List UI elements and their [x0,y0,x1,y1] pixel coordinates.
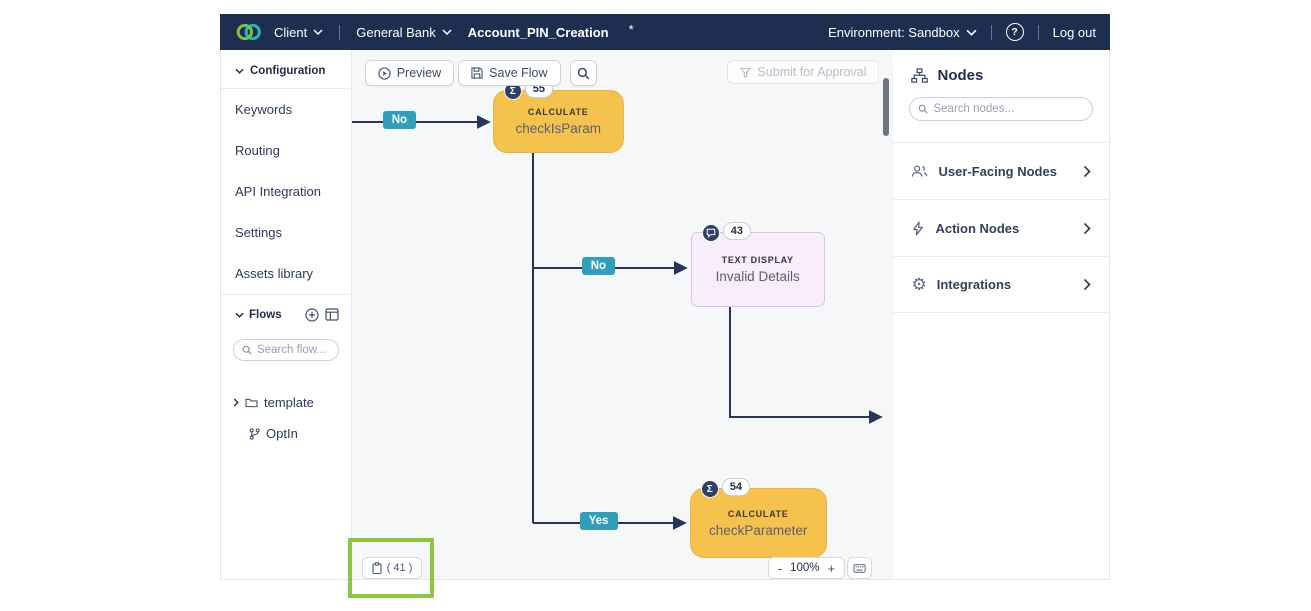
divider [991,25,992,40]
search-icon [918,104,928,114]
chat-bubble-icon [702,224,720,242]
chevron-down-icon [235,68,244,74]
section-integrations[interactable]: ⚙ Integrations [893,256,1109,313]
flow-search-input[interactable] [257,344,330,356]
flows-board-icon[interactable] [325,308,339,322]
chevron-right-icon [1083,165,1091,178]
edge-label-no[interactable]: No [383,111,416,129]
flow-node-invalid-details[interactable]: 43 TEXT DISPLAY Invalid Details [691,232,825,307]
sigma-icon: Σ [701,480,719,498]
help-button[interactable]: ? [1006,23,1024,41]
sidebar-item-keywords[interactable]: Keywords [221,89,351,130]
flow-branch-icon [249,428,260,440]
chevron-down-icon [235,312,244,318]
node-count-badge: 43 [723,222,751,240]
unsaved-indicator: * [629,22,634,37]
chevron-down-icon [966,29,977,36]
search-icon [577,67,590,80]
chevron-down-icon [313,29,323,35]
canvas-search-button[interactable] [570,60,597,86]
node-type-label: TEXT DISPLAY [722,255,794,265]
chevron-right-icon [1083,222,1091,235]
nodes-search-input[interactable] [933,103,1084,115]
submit-for-approval-button[interactable]: Submit for Approval [727,60,879,84]
node-name-label: Invalid Details [716,269,800,284]
node-type-label: CALCULATE [728,509,789,519]
divider [339,25,340,40]
chevron-right-icon [233,398,239,407]
section-action-nodes[interactable]: Action Nodes [893,199,1109,256]
configuration-section-header[interactable]: Configuration [221,50,351,88]
environment-dropdown[interactable]: Environment: Sandbox [828,25,977,40]
folder-item-template[interactable]: template [221,387,351,418]
nodes-panel: Nodes User-Facing Nodes [893,50,1109,579]
top-navbar: Client General Bank Account_PIN_Creation… [220,14,1110,50]
workspace-label: General Bank [356,25,436,40]
sidebar-item-assets-library[interactable]: Assets library [221,253,351,294]
node-type-label: CALCULATE [528,107,589,117]
node-name-label: checkIsParam [515,121,601,136]
brand-logo-icon [234,22,264,42]
edge-label-no[interactable]: No [582,257,615,275]
chevron-right-icon [1083,278,1091,291]
clipboard-icon [372,562,382,574]
flow-canvas[interactable]: Preview Save Flow [352,50,894,579]
lightning-icon [911,221,925,236]
navbar-right: Environment: Sandbox ? Log out [828,23,1096,41]
navbar-left: Client General Bank Account_PIN_Creation… [234,22,634,42]
client-label: Client [274,25,307,40]
left-sidebar: Configuration Keywords Routing API Integ… [221,50,352,579]
flow-search-box [233,339,339,361]
flow-node-checkisparam[interactable]: Σ 55 CALCULATE checkIsParam [493,90,624,153]
section-user-facing-nodes[interactable]: User-Facing Nodes [893,142,1109,199]
keyboard-shortcuts-button[interactable] [847,557,872,579]
users-icon [911,164,928,178]
flow-title: Account_PIN_Creation [468,25,609,40]
canvas-scrollbar-thumb[interactable] [883,78,889,136]
sidebar-item-api-integration[interactable]: API Integration [221,171,351,212]
gear-icon: ⚙ [911,276,926,293]
canvas-toolbar: Preview Save Flow [365,60,597,86]
funnel-icon [740,67,751,78]
question-mark-icon: ? [1011,26,1017,38]
node-count-badge: 54 [722,478,750,496]
play-circle-icon [378,67,391,80]
add-flow-button[interactable] [305,308,319,322]
sitemap-icon [911,68,928,83]
clipboard-counter-button[interactable]: ( 41 ) [362,557,423,579]
client-dropdown[interactable]: Client [274,25,323,40]
zoom-out-button[interactable]: - [778,561,782,576]
sidebar-item-settings[interactable]: Settings [221,212,351,253]
nodes-panel-header: Nodes [893,50,1109,84]
zoom-controls: - 100% + [768,557,845,579]
keyboard-icon [853,564,866,573]
edge-label-yes[interactable]: Yes [580,512,618,530]
search-icon [242,345,252,355]
nodes-panel-title: Nodes [937,67,983,84]
divider [1038,25,1039,40]
node-name-label: checkParameter [709,523,807,538]
environment-label: Environment: Sandbox [828,25,960,40]
zoom-level: 100% [790,562,819,574]
flow-item-optin[interactable]: OptIn [221,418,351,449]
zoom-in-button[interactable]: + [827,561,835,576]
logout-button[interactable]: Log out [1053,25,1096,40]
flows-section-header[interactable]: Flows [221,295,351,331]
nodes-search-box [909,97,1093,121]
app-window: Client General Bank Account_PIN_Creation… [220,14,1110,580]
preview-button[interactable]: Preview [365,60,454,86]
sidebar-item-routing[interactable]: Routing [221,130,351,171]
workspace-dropdown[interactable]: General Bank [356,25,452,40]
chevron-down-icon [442,29,452,35]
folder-icon [245,397,258,408]
save-flow-button[interactable]: Save Flow [458,60,560,86]
save-icon [471,67,483,79]
flow-node-checkparameter[interactable]: Σ 54 CALCULATE checkParameter [690,488,827,558]
